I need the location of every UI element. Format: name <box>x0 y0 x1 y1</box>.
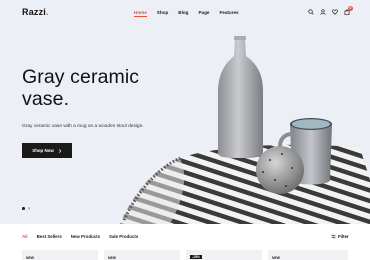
shop-now-label: Shop Now <box>32 148 54 153</box>
hero-product-image <box>120 36 370 224</box>
heart-icon[interactable] <box>332 9 338 15</box>
main-nav: Home Shop Blog Page Features <box>134 10 249 17</box>
slider-dots <box>22 207 30 210</box>
nav-page[interactable]: Page <box>198 10 209 17</box>
logo[interactable]: Razzi. <box>22 7 49 17</box>
product-card[interactable]: NEW <box>268 250 348 260</box>
product-badge: NEW <box>26 256 34 260</box>
chevron-right-icon <box>58 148 61 153</box>
tab-sale-products[interactable]: Sale Products <box>109 234 138 239</box>
filter-button[interactable]: Filter <box>331 234 349 239</box>
tab-best-sellers[interactable]: Best Sellers <box>37 234 62 239</box>
product-badge: NEW <box>108 256 116 260</box>
product-badge: NEW <box>272 256 280 260</box>
filter-label: Filter <box>338 234 349 239</box>
nav-blog[interactable]: Blog <box>178 10 188 17</box>
cart-count-badge: 0 <box>348 6 353 11</box>
shop-now-button[interactable]: Shop Now <box>22 143 72 158</box>
header-icons: 0 <box>308 6 353 15</box>
nav-shop[interactable]: Shop <box>157 10 168 17</box>
search-icon[interactable] <box>308 9 314 15</box>
nav-features[interactable]: Features <box>219 10 238 17</box>
product-card[interactable]: NEW <box>22 250 98 260</box>
slide-dot-2[interactable] <box>27 207 30 210</box>
cart-icon[interactable]: 0 <box>344 6 353 15</box>
product-card[interactable]: NEW <box>104 250 180 260</box>
product-badge: -15% <box>190 255 202 259</box>
site-header: Razzi. Home Shop Blog Page Features 0 <box>0 0 370 26</box>
nav-home[interactable]: Home <box>134 10 147 17</box>
product-tabs: All Best Sellers New Products Sale Produ… <box>22 234 147 239</box>
filter-icon <box>331 234 336 239</box>
product-grid: NEW NEW -15% NEW <box>0 250 370 260</box>
tab-all[interactable]: All <box>22 234 28 239</box>
hero-section: Razzi. Home Shop Blog Page Features 0 Gr… <box>0 0 370 224</box>
tab-new-products[interactable]: New Products <box>71 234 100 239</box>
product-card[interactable]: -15% <box>186 250 262 260</box>
slide-dot-1[interactable] <box>22 207 25 210</box>
user-icon[interactable] <box>320 9 326 15</box>
